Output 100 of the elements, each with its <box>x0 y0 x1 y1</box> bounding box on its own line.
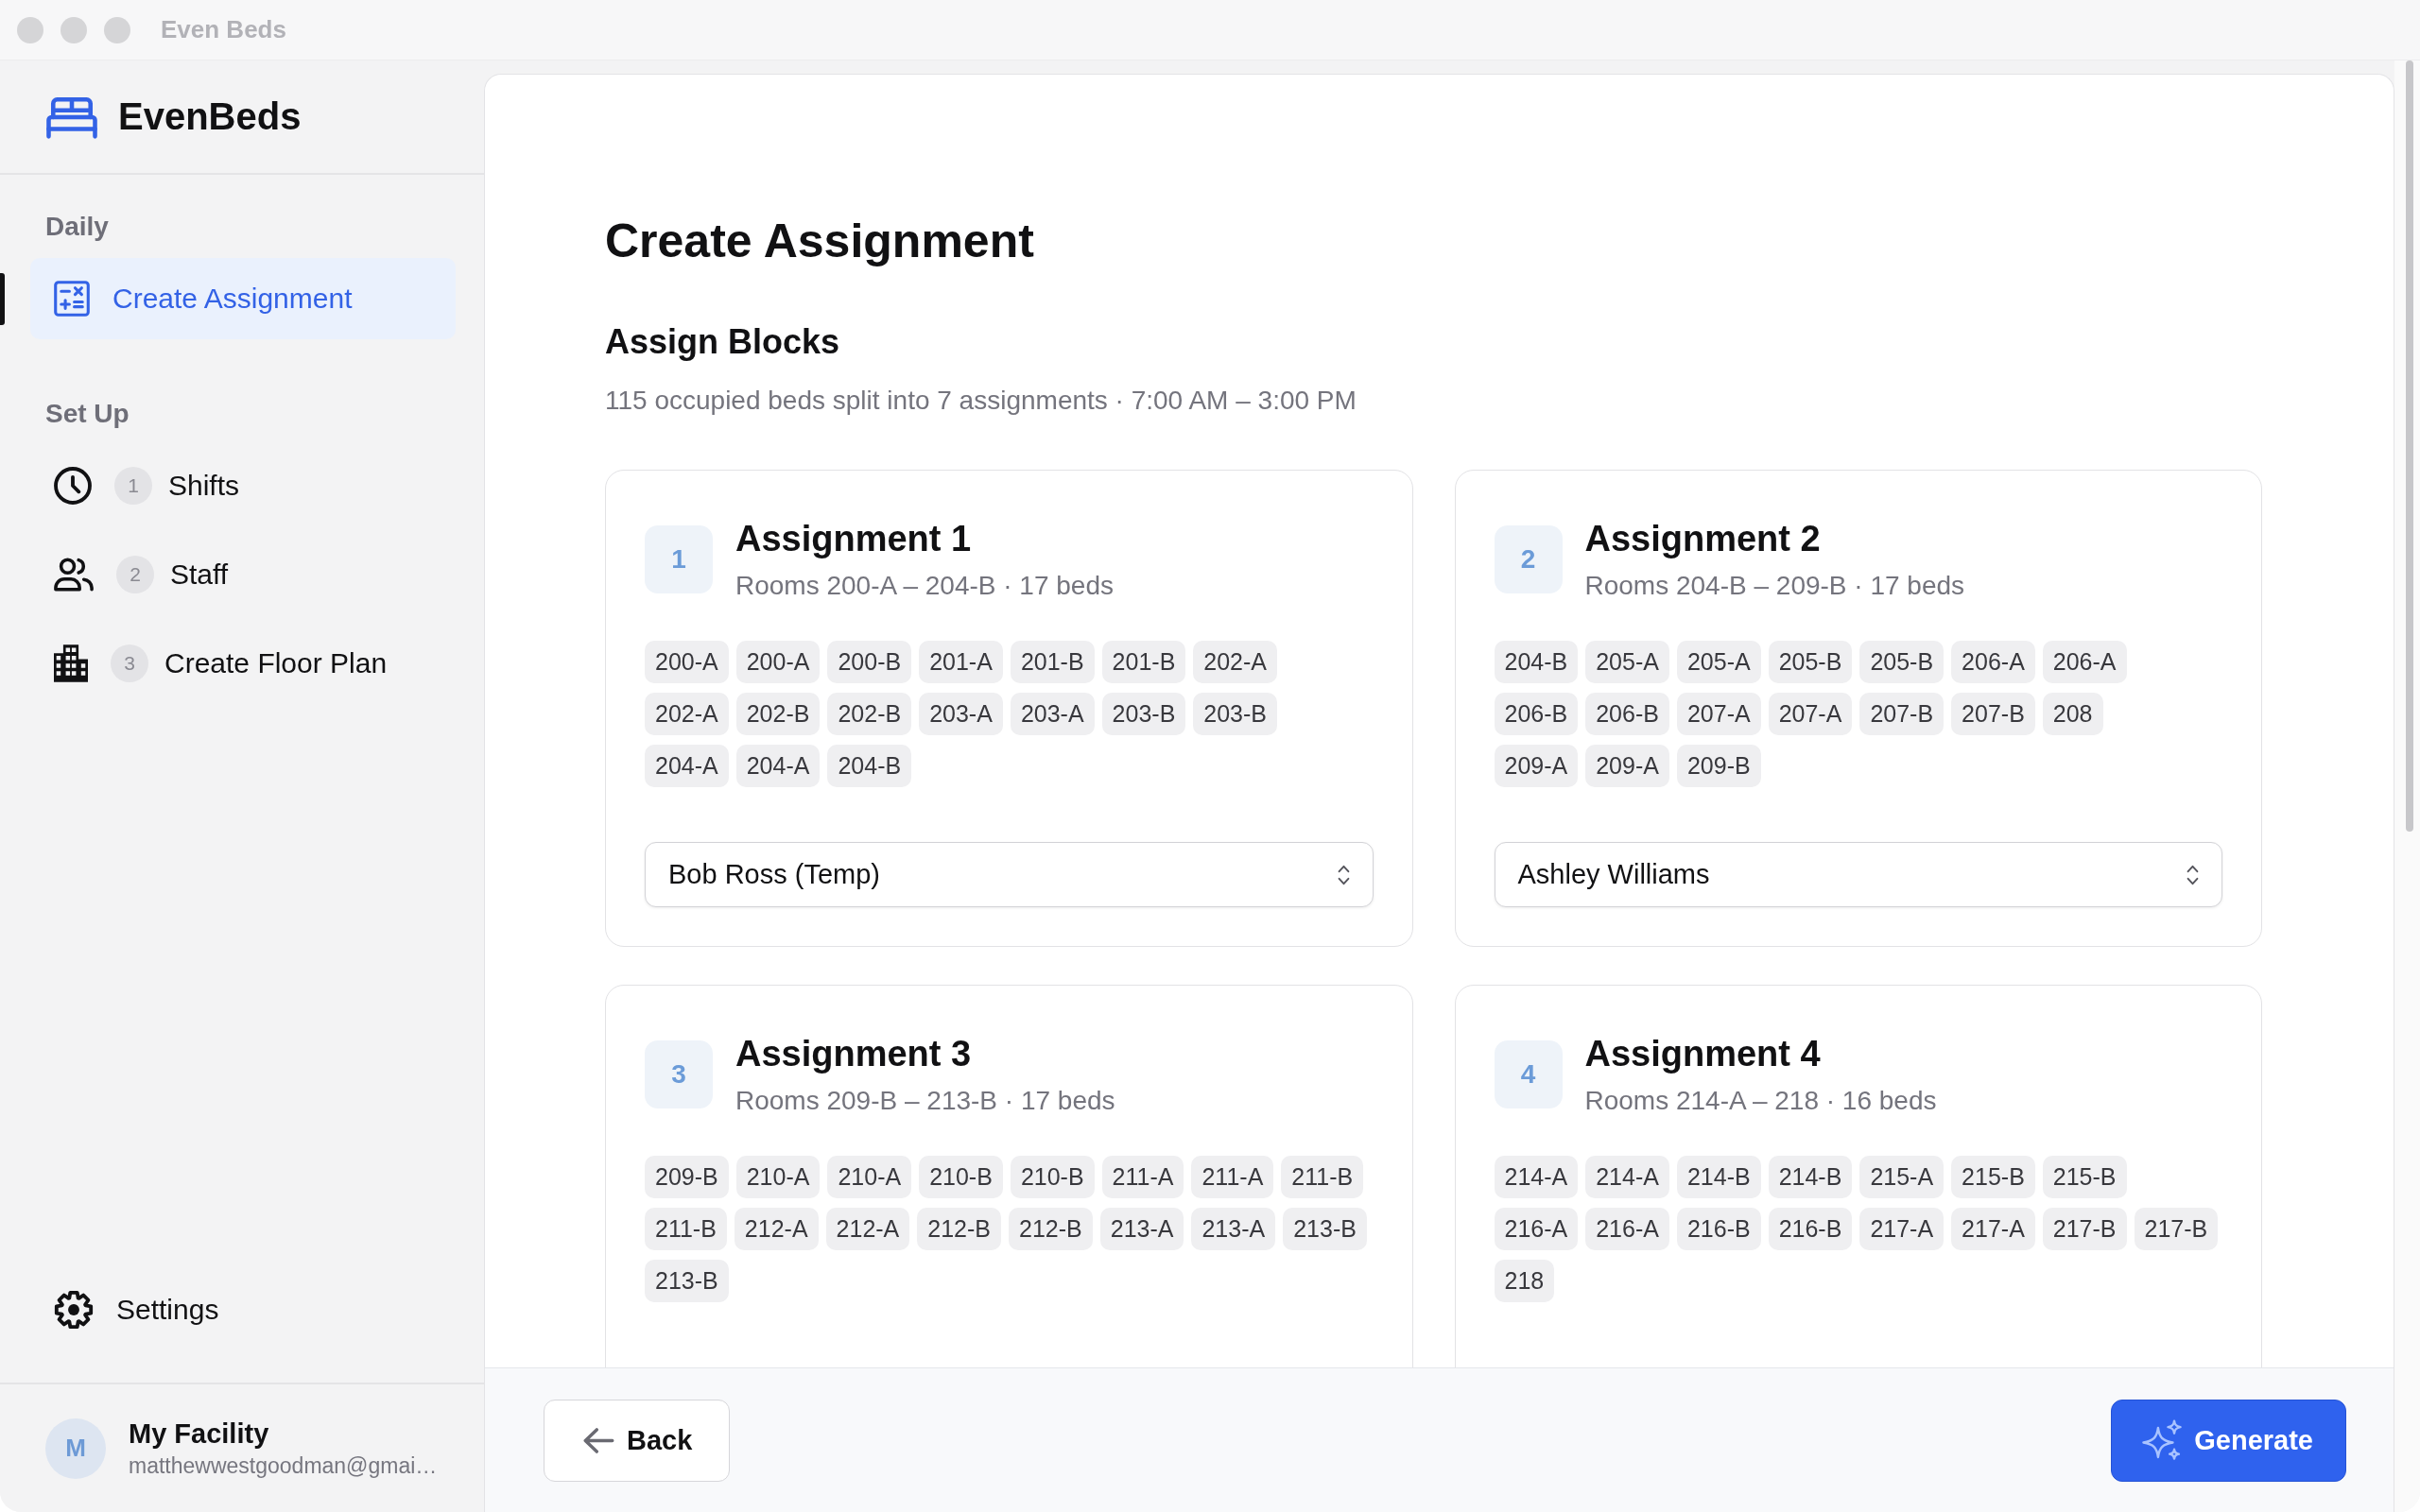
bed-chip: 211-A <box>1101 1156 1184 1198</box>
bed-chip: 204-B <box>1494 641 1579 683</box>
bed-chip: 212-A <box>734 1208 819 1250</box>
bed-chip: 217-B <box>2134 1208 2219 1250</box>
bed-chip: 206-A <box>2042 641 2127 683</box>
account-email: matthewwestgoodman@gmai… <box>129 1452 438 1479</box>
bed-chip: 210-B <box>919 1156 1003 1198</box>
chevron-up-down-icon <box>1337 863 1350 886</box>
bed-icon <box>46 94 97 139</box>
card-title: Assignment 1 <box>735 518 973 560</box>
bed-chip: 217-A <box>1859 1208 1945 1250</box>
assignee-select[interactable]: Ashley Williams <box>1494 842 2222 907</box>
bed-chip: 210-B <box>1010 1156 1095 1198</box>
bed-chip: 214-A <box>1585 1156 1669 1198</box>
card-subtitle: Rooms 204-B – 209-B · 17 beds <box>1584 570 1965 602</box>
assignment-number: 2 <box>1494 525 1563 593</box>
assignment-number: 1 <box>645 525 713 593</box>
bed-chip: 207-A <box>1676 693 1761 735</box>
bed-chip: 216-B <box>1676 1208 1761 1250</box>
bed-chip: 200-B <box>827 641 912 683</box>
card-title: Assignment 2 <box>1584 518 1822 560</box>
bed-chip: 203-A <box>1010 693 1095 735</box>
bed-chip: 211-A <box>1191 1156 1274 1198</box>
brand-name: EvenBeds <box>118 95 302 138</box>
bed-chip: 210-A <box>827 1156 912 1198</box>
card-subtitle: Rooms 200-A – 204-B · 17 beds <box>735 570 1114 602</box>
section-label: Daily <box>45 211 109 243</box>
bed-chip: 217-A <box>1951 1208 2035 1250</box>
bed-chip: 215-A <box>1859 1156 1945 1198</box>
bed-chip: 212-B <box>917 1208 1001 1250</box>
bed-chip: 213-B <box>645 1260 729 1302</box>
bed-chip: 203-B <box>1101 693 1186 735</box>
sparkles-icon <box>2141 1419 2184 1461</box>
section-title: Assign Blocks <box>605 321 841 363</box>
card-title: Assignment 4 <box>1584 1033 1822 1075</box>
generate-button[interactable]: Generate <box>2111 1399 2346 1482</box>
calculator-icon <box>54 281 90 317</box>
bed-chip: 201-B <box>1101 641 1186 683</box>
back-button[interactable]: Back <box>544 1399 731 1482</box>
bed-chip: 206-B <box>1585 693 1669 735</box>
nav-item[interactable]: Create Assignment <box>30 258 456 339</box>
bed-chip: 207-A <box>1768 693 1853 735</box>
summary-text: 115 occupied beds split into 7 assignments · 7:00 AM – 3:00 PM <box>605 385 1357 417</box>
people-icon <box>54 558 94 592</box>
chevron-up-down-icon <box>2187 863 2199 886</box>
bed-chip: 217-B <box>2042 1208 2127 1250</box>
bed-chip: 202-B <box>735 693 821 735</box>
bed-chip: 216-A <box>1585 1208 1669 1250</box>
bed-chip: 213-A <box>1191 1208 1276 1250</box>
nav-item[interactable]: 3 Create Floor Plan <box>30 623 456 704</box>
bed-chip: 204-B <box>827 745 912 787</box>
bed-chip: 214-B <box>1676 1156 1761 1198</box>
bed-chip: 215-B <box>2042 1156 2127 1198</box>
bed-chip: 207-B <box>1859 693 1945 735</box>
bed-chip: 209-B <box>645 1156 729 1198</box>
nav-item[interactable]: 2 Staff <box>30 534 456 615</box>
window-control[interactable] <box>60 16 87 43</box>
bed-chip: 206-B <box>1494 693 1579 735</box>
bed-chip: 209-B <box>1676 745 1761 787</box>
nav-item[interactable]: 1 Shifts <box>30 445 456 526</box>
window-control[interactable] <box>104 16 130 43</box>
bed-chip: 213-B <box>1283 1208 1367 1250</box>
bed-chip: 205-B <box>1859 641 1945 683</box>
bed-chip: 200-A <box>645 641 729 683</box>
active-indicator <box>0 272 5 325</box>
bed-chip: 204-A <box>645 745 729 787</box>
scrollbar-thumb[interactable] <box>2405 60 2413 832</box>
bed-chip: 203-B <box>1193 693 1278 735</box>
bed-chip: 201-A <box>919 641 1003 683</box>
bed-chip: 208 <box>2042 693 2103 735</box>
bed-chip: 215-B <box>1951 1156 2035 1198</box>
section-label: Set Up <box>45 398 130 430</box>
bed-chip: 200-A <box>735 641 821 683</box>
avatar: M <box>45 1418 106 1479</box>
step-number: 1 <box>114 467 152 505</box>
card-subtitle: Rooms 214-A – 218 · 16 beds <box>1584 1085 1937 1117</box>
assignee-select[interactable]: Bob Ross (Temp) <box>645 842 1374 907</box>
bed-chip: 203-A <box>919 693 1003 735</box>
bed-chip: 205-A <box>1676 641 1761 683</box>
bed-chip: 207-B <box>1951 693 2035 735</box>
bed-chip: 210-A <box>735 1156 821 1198</box>
settings-item[interactable]: Settings <box>30 1269 456 1350</box>
bed-chip: 202-A <box>645 693 729 735</box>
bed-chip: 206-A <box>1951 641 2035 683</box>
assignment-number: 4 <box>1494 1040 1563 1108</box>
bed-chip: 216-B <box>1768 1208 1853 1250</box>
bed-chip: 201-B <box>1010 641 1095 683</box>
window-control[interactable] <box>17 16 43 43</box>
assignment-number: 3 <box>645 1040 713 1108</box>
window-title: Even Beds <box>161 15 286 44</box>
bed-chip: 212-B <box>1009 1208 1093 1250</box>
bed-chip: 214-B <box>1768 1156 1853 1198</box>
clock-icon <box>54 467 92 505</box>
bed-chip: 213-A <box>1099 1208 1184 1250</box>
bed-chip: 204-A <box>735 745 821 787</box>
bed-chip: 202-A <box>1193 641 1278 683</box>
bed-chip: 202-B <box>827 693 912 735</box>
arrow-left-icon <box>583 1427 614 1453</box>
page-title: Create Assignment <box>605 214 1035 269</box>
card-title: Assignment 3 <box>735 1033 973 1075</box>
